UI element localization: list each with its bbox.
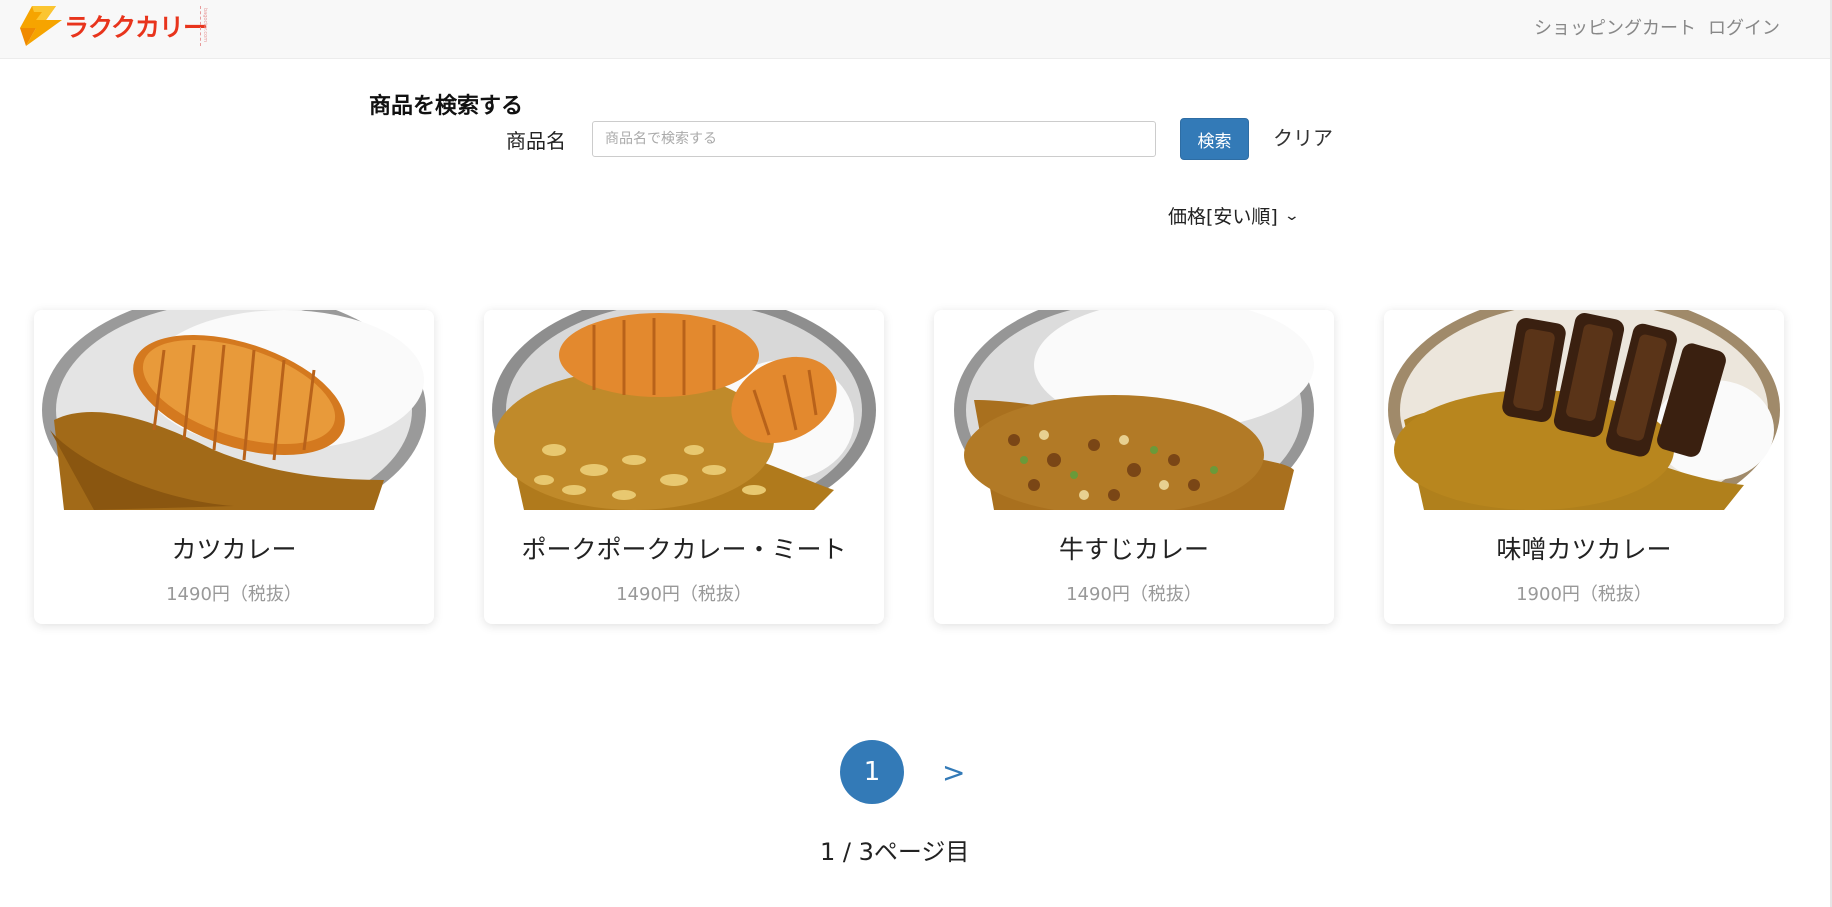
product-name: カツカレー (171, 535, 297, 564)
logo-side-text: bagoctor.com (202, 8, 208, 43)
nav-shopping-cart-link[interactable]: ショッピングカート (1534, 14, 1696, 40)
product-name-label: 商品名 (506, 128, 566, 153)
sort-selected-value: 価格[安い順] (1168, 206, 1278, 228)
pagination: 1 > (840, 740, 965, 804)
page-current-button[interactable]: 1 (840, 740, 904, 804)
product-image (1384, 310, 1784, 510)
site-header: ラククカリー bagoctor.com ショッピングカート ログイン (0, 0, 1832, 59)
product-name: ポークポークカレー・ミート (521, 535, 847, 564)
product-price: 1490円（税抜） (166, 584, 302, 605)
product-search-input[interactable] (592, 121, 1156, 157)
product-price: 1490円（税抜） (616, 584, 752, 605)
product-image (934, 310, 1334, 510)
product-name: 牛すじカレー (1058, 535, 1209, 564)
page-info: 1 / 3ページ目 (820, 838, 970, 866)
product-image (484, 310, 884, 510)
clear-link[interactable]: クリア (1273, 122, 1333, 151)
product-image (34, 310, 434, 510)
product-price: 1490円（税抜） (1066, 584, 1202, 605)
product-card[interactable]: 牛すじカレー 1490円（税抜） (934, 310, 1334, 624)
chevron-down-icon: ⌄ (1283, 207, 1300, 224)
product-price: 1900円（税抜） (1516, 584, 1652, 605)
search-form: 商品名 検索 クリア (506, 118, 1333, 160)
sort-dropdown[interactable]: 価格[安い順] ⌄ (1168, 202, 1300, 229)
product-card[interactable]: カツカレー 1490円（税抜） (34, 310, 434, 624)
site-logo[interactable]: ラククカリー bagoctor.com (12, 2, 212, 50)
product-card[interactable]: ポークポークカレー・ミート 1490円（税抜） (484, 310, 884, 624)
product-grid: カツカレー 1490円（税抜） ポークポークカレー・ミート 1490円（税抜） … (34, 310, 1784, 624)
header-nav: ショッピングカート ログイン (1534, 14, 1780, 40)
product-name: 味噌カツカレー (1496, 535, 1672, 564)
search-title: 商品を検索する (369, 94, 524, 119)
search-button[interactable]: 検索 (1180, 118, 1249, 160)
product-card[interactable]: 味噌カツカレー 1900円（税抜） (1384, 310, 1784, 624)
nav-login-link[interactable]: ログイン (1708, 14, 1780, 40)
logo-text: ラククカリー (64, 13, 208, 42)
logo-bolt-icon (20, 6, 62, 46)
page-next-link[interactable]: > (942, 756, 965, 789)
